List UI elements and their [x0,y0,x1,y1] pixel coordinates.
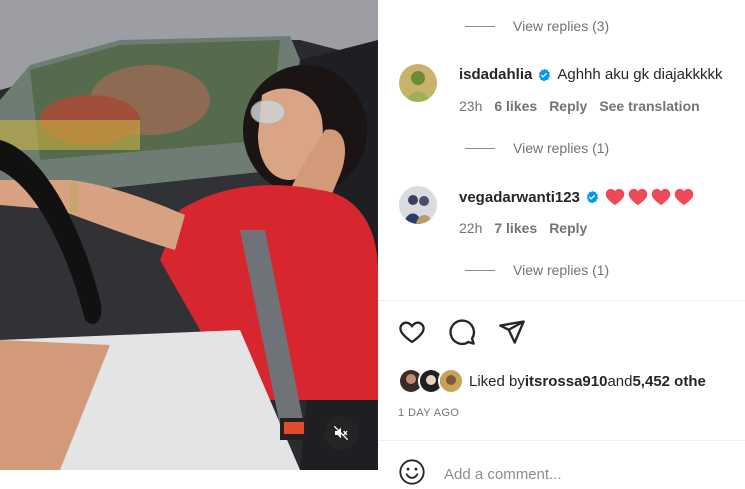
mute-button[interactable] [324,416,358,450]
post-video[interactable] [0,0,378,470]
comment-header: isdadahlia Aghhh aku gk diajakkkkk [459,66,722,83]
reply-button[interactable]: Reply [549,220,587,236]
post-actions [398,318,526,346]
comment-hearts [605,188,694,206]
comment-time[interactable]: 23h [459,98,482,114]
avatar[interactable] [399,64,437,102]
replies-line [465,148,495,149]
divider [378,440,745,441]
add-comment-bar [398,458,724,489]
comment-likes[interactable]: 7 likes [494,220,537,236]
heart-emoji-icon [651,188,671,206]
comments-panel: View replies (3) isdadahlia Aghhh aku gk… [378,0,745,489]
avatar-image [399,64,437,102]
heart-emoji-icon [674,188,694,206]
comment-text: Aghhh aku gk diajakkkkk [557,66,723,83]
liker-avatars[interactable] [398,368,464,394]
liked-by-prefix: Liked by [469,372,525,390]
view-replies-link[interactable]: View replies (1) [513,140,609,156]
post-time-ago[interactable]: 1 DAY AGO [398,407,459,419]
comment-time[interactable]: 22h [459,220,482,236]
replies-line [465,270,495,271]
reply-button[interactable]: Reply [549,98,587,114]
share-send-icon[interactable] [498,318,526,346]
media-bottom-strip [0,470,378,489]
verified-badge-icon [537,68,551,82]
comment-bubble-icon[interactable] [448,318,476,346]
divider [378,300,745,301]
video-frame [0,0,378,470]
see-translation-button[interactable]: See translation [599,98,699,114]
verified-badge-icon [585,190,599,204]
avatar [438,368,464,394]
muted-speaker-icon [333,425,349,441]
liked-by: Liked by itsrossa910 and 5,452 othe [398,368,706,394]
comment-meta: 23h 6 likes Reply See translation [459,98,700,114]
comment-username[interactable]: vegadarwanti123 [459,189,580,206]
replies-line [465,26,495,27]
comment-username[interactable]: isdadahlia [459,66,532,83]
heart-emoji-icon [605,188,625,206]
avatar[interactable] [399,186,437,224]
comment-likes[interactable]: 6 likes [494,98,537,114]
heart-emoji-icon [628,188,648,206]
liked-by-middle: and [607,372,633,390]
like-heart-icon[interactable] [398,318,426,346]
avatar-image [399,186,437,224]
comment-header: vegadarwanti123 [459,188,694,206]
view-replies-link[interactable]: View replies (1) [513,262,609,278]
liked-by-user[interactable]: itsrossa910 [525,373,608,390]
likes-count[interactable]: 5,452 othe [632,373,705,390]
view-replies-link[interactable]: View replies (3) [513,18,609,34]
emoji-icon[interactable] [398,458,426,489]
comment-meta: 22h 7 likes Reply [459,220,587,236]
add-comment-input[interactable] [444,466,724,483]
